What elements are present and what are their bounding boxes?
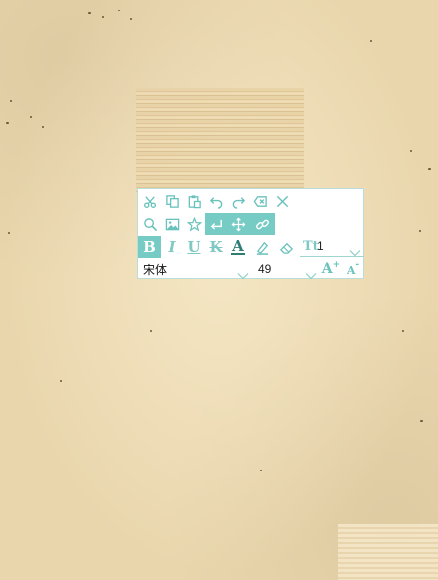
- sticker-icon: [186, 216, 202, 232]
- redo-button[interactable]: [227, 190, 249, 212]
- undo-icon: [209, 196, 222, 209]
- enter-icon: [210, 219, 222, 230]
- paragraph-size-value: 1: [317, 239, 324, 253]
- toolbar-row-edit: [138, 190, 363, 212]
- image-icon: [165, 218, 179, 230]
- decrease-font-button[interactable]: A -: [342, 258, 364, 280]
- italic-glyph: I: [168, 238, 176, 256]
- backspace-button[interactable]: [249, 190, 271, 212]
- insert-image-button[interactable]: [161, 213, 183, 235]
- close-icon: [276, 195, 288, 207]
- enter-button[interactable]: [205, 213, 227, 235]
- increase-font-glyph: A: [321, 261, 333, 277]
- search-icon: [143, 217, 157, 231]
- underline-button[interactable]: U: [183, 236, 205, 258]
- close-button[interactable]: [271, 190, 293, 212]
- paste-icon: [188, 194, 201, 208]
- floating-editor-toolbar: B I U K A Tt 1 宋体 49 A + A -: [137, 188, 364, 280]
- paper-speck: [419, 230, 421, 232]
- search-button[interactable]: [139, 213, 161, 235]
- underline-glyph: U: [187, 238, 201, 256]
- font-family-value: 宋体: [143, 263, 168, 277]
- font-size-select[interactable]: 49: [254, 258, 318, 280]
- paper-speck: [118, 10, 120, 11]
- font-color-glyph: A: [231, 236, 245, 255]
- highlighter-icon: [256, 241, 268, 255]
- toolbar-row-insert: [138, 213, 363, 235]
- strikethrough-button[interactable]: K: [205, 236, 227, 258]
- paragraph-size-select[interactable]: Tt 1: [300, 236, 364, 257]
- paper-speck: [370, 40, 372, 42]
- plus-icon: +: [332, 260, 341, 270]
- toolbar-row-font: 宋体 49 A + A -: [138, 258, 363, 280]
- highlight-button[interactable]: [251, 236, 273, 258]
- toolbar-row-format: B I U K A Tt 1: [138, 236, 364, 258]
- cut-button[interactable]: [139, 190, 161, 212]
- move-icon: [231, 217, 245, 231]
- paper-speck: [130, 18, 132, 20]
- paper-speck: [10, 100, 12, 102]
- paper-speck: [8, 232, 10, 234]
- font-color-button[interactable]: A: [227, 236, 249, 258]
- paper-speck: [150, 330, 152, 332]
- paper-speck: [260, 470, 262, 471]
- paper-speck: [42, 126, 44, 128]
- chevron-down-icon: [237, 265, 249, 284]
- paper-speck: [60, 380, 62, 382]
- paper-background: [0, 0, 438, 580]
- paper-speck: [428, 168, 431, 170]
- move-button[interactable]: [227, 213, 249, 235]
- paste-button[interactable]: [183, 190, 205, 212]
- wood-texture-patch-corner: [338, 524, 438, 580]
- increase-font-button[interactable]: A +: [320, 258, 342, 280]
- cut-icon: [143, 195, 156, 208]
- eraser-icon: [279, 242, 293, 254]
- decrease-font-glyph: A: [346, 263, 356, 277]
- bold-button[interactable]: B: [138, 236, 161, 258]
- copy-icon: [165, 194, 179, 208]
- paper-speck: [6, 122, 9, 124]
- font-family-select[interactable]: 宋体: [138, 258, 252, 280]
- paper-speck: [88, 12, 91, 14]
- link-icon: [255, 219, 269, 229]
- italic-button[interactable]: I: [161, 236, 183, 258]
- minus-icon: -: [355, 260, 360, 270]
- paper-speck: [102, 16, 104, 18]
- paper-speck: [402, 330, 404, 332]
- backspace-icon: [253, 195, 267, 207]
- link-button[interactable]: [249, 213, 275, 235]
- undo-button[interactable]: [205, 190, 227, 212]
- insert-sticker-button[interactable]: [183, 213, 205, 235]
- paper-speck: [410, 150, 412, 152]
- paper-speck: [30, 116, 32, 118]
- eraser-button[interactable]: [275, 236, 297, 258]
- redo-icon: [232, 196, 245, 209]
- strikethrough-glyph: K: [209, 238, 223, 256]
- copy-button[interactable]: [161, 190, 183, 212]
- chevron-down-icon: [305, 265, 317, 284]
- font-size-value: 49: [258, 262, 272, 276]
- wood-texture-patch: [136, 88, 304, 192]
- paper-speck: [420, 420, 423, 422]
